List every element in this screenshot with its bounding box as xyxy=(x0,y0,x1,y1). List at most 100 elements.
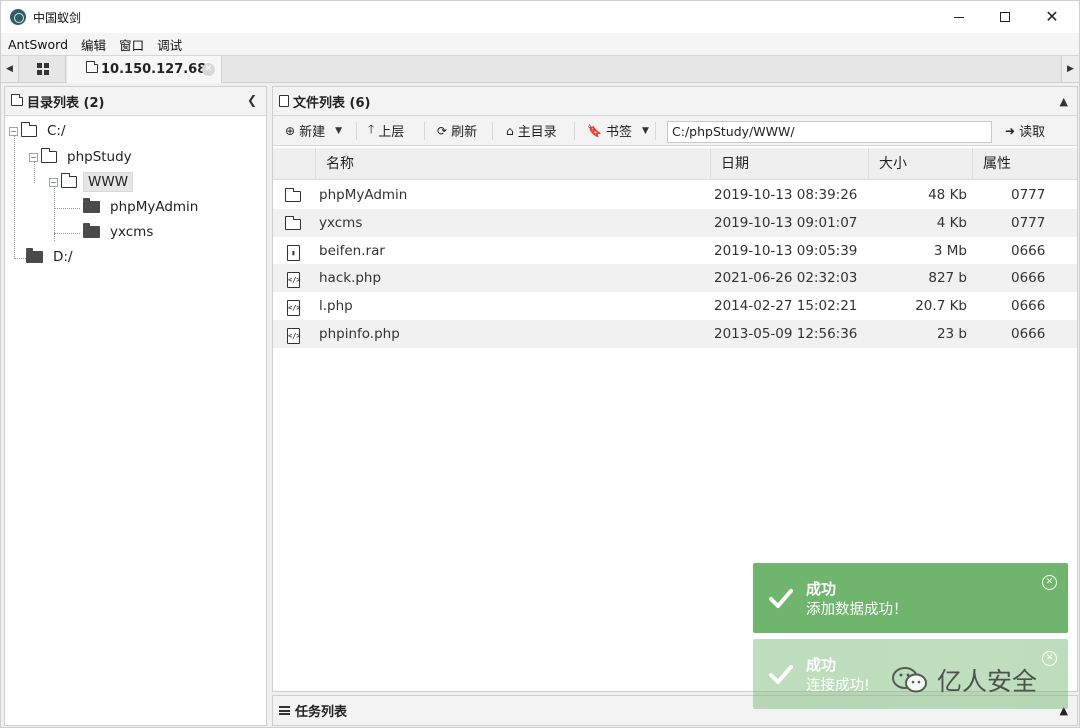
chevron-down-icon: ▼ xyxy=(335,125,342,136)
code-file-icon: </> xyxy=(285,326,301,344)
watermark: 亿人安全 xyxy=(891,662,1037,698)
tree-node-label-selected: WWW xyxy=(83,172,134,192)
file-toolbar: ⊕ 新建 ▼ 🡑 上层 ⟳ 刷新 ⌂ 主目录 🔖 书签 ▼ C:/phpStud… xyxy=(273,116,1077,146)
antsword-logo-icon xyxy=(10,9,26,25)
directory-panel: 目录列表 (2) ❮ − C:/ − phpStudy − WWW phpMyA… xyxy=(4,86,267,726)
tab-close-icon[interactable]: ✕ xyxy=(202,63,215,76)
toast-close-icon[interactable]: ✕ xyxy=(1042,575,1057,590)
tree-guide-line xyxy=(14,258,26,259)
menu-bar: AntSword 编辑 窗口 调试 xyxy=(1,33,1079,55)
refresh-button-label: 刷新 xyxy=(451,125,478,140)
column-header-date[interactable]: 日期 xyxy=(710,148,868,180)
menu-edit[interactable]: 编辑 xyxy=(81,35,106,54)
bookmark-button[interactable]: 🔖 书签 ▼ xyxy=(587,116,649,145)
tab-scroll-left-button[interactable]: ◀ xyxy=(1,56,19,82)
table-row[interactable]: phpMyAdmin 2019-10-13 08:39:26 48 Kb 077… xyxy=(273,181,1077,209)
caret-left-icon: ◀ xyxy=(6,64,13,74)
new-button[interactable]: ⊕ 新建 ▼ xyxy=(285,116,342,145)
file-attr: 0666 xyxy=(1011,325,1046,342)
new-button-label: 新建 xyxy=(299,125,326,140)
tree-node-c-drive[interactable]: − C:/ xyxy=(9,120,70,142)
tree-node-phpmyadmin[interactable]: phpMyAdmin xyxy=(83,196,202,218)
tree-guide-line xyxy=(54,233,80,234)
file-name: phpMyAdmin xyxy=(319,187,408,203)
column-header-name[interactable]: 名称 xyxy=(315,148,710,180)
refresh-button[interactable]: ⟳ 刷新 xyxy=(437,116,477,145)
success-toast: 成功 添加数据成功！ ✕ xyxy=(753,563,1068,633)
parent-dir-button[interactable]: 🡑 上层 xyxy=(368,116,404,145)
toast-close-icon[interactable]: ✕ xyxy=(1042,651,1057,666)
table-row[interactable]: </> phpinfo.php 2013-05-09 12:56:36 23 b… xyxy=(273,319,1077,348)
file-size: 827 b xyxy=(928,270,967,287)
table-row[interactable]: yxcms 2019-10-13 09:01:07 4 Kb 0777 xyxy=(273,208,1077,237)
file-name: yxcms xyxy=(319,214,363,231)
tab-home[interactable] xyxy=(20,56,66,82)
path-input[interactable]: C:/phpStudy/WWW/ xyxy=(667,121,992,143)
tree-node-label: D:/ xyxy=(53,249,73,265)
directory-panel-header: 目录列表 (2) ❮ xyxy=(5,87,266,116)
tree-node-www[interactable]: − WWW xyxy=(49,171,134,193)
code-file-icon: </> xyxy=(285,270,301,289)
collapse-panel-icon[interactable]: ❮ xyxy=(247,93,257,107)
collapse-toggle-icon[interactable]: − xyxy=(49,177,58,187)
close-window-button[interactable]: ✕ xyxy=(1029,1,1075,33)
tree-node-label: phpMyAdmin xyxy=(110,199,199,215)
app-window: 中国蚁剑 ✕ AntSword 编辑 窗口 调试 ◀ 10.150.127.68… xyxy=(0,0,1080,728)
menu-debug[interactable]: 调试 xyxy=(157,35,182,54)
table-row[interactable]: ▮ beifen.rar 2019-10-13 09:05:39 3 Mb 06… xyxy=(273,237,1077,265)
file-attr: 0777 xyxy=(1011,214,1046,231)
tree-guide-line xyxy=(54,208,80,209)
title-bar: 中国蚁剑 ✕ xyxy=(1,1,1079,33)
home-dir-button-label: 主目录 xyxy=(517,125,557,140)
column-header-attr[interactable]: 属性 xyxy=(972,148,1077,180)
file-size: 20.7 Kb xyxy=(915,298,967,315)
collapse-panel-icon[interactable]: ▲ xyxy=(1060,95,1068,108)
collapse-toggle-icon[interactable]: − xyxy=(29,152,38,162)
toolbar-divider xyxy=(424,122,425,140)
tree-node-d-drive[interactable]: D:/ xyxy=(26,246,77,268)
toolbar-divider xyxy=(492,122,493,140)
folder-open-icon xyxy=(60,173,77,188)
file-attr: 0777 xyxy=(1011,187,1046,203)
file-date: 2021-06-26 02:32:03 xyxy=(714,270,858,287)
bookmark-icon: 🔖 xyxy=(587,123,602,138)
file-table-header: 名称 日期 大小 属性 xyxy=(273,148,1077,180)
parent-dir-button-label: 上层 xyxy=(378,125,405,140)
folder-icon xyxy=(284,215,301,231)
watermark-text: 亿人安全 xyxy=(937,667,1038,696)
home-dir-button[interactable]: ⌂ 主目录 xyxy=(506,116,557,145)
collapse-toggle-icon[interactable]: − xyxy=(9,126,18,136)
refresh-icon: ⟳ xyxy=(437,123,448,138)
folder-open-icon xyxy=(40,148,57,163)
folder-icon xyxy=(10,93,23,106)
bookmark-button-label: 书签 xyxy=(605,125,632,140)
minimize-button[interactable] xyxy=(936,1,982,33)
column-header-size[interactable]: 大小 xyxy=(868,148,972,180)
tab-bar: ◀ 10.150.127.68 ✕ ▶ xyxy=(1,55,1079,83)
maximize-button[interactable] xyxy=(982,1,1028,33)
toolbar-divider xyxy=(655,122,656,140)
menu-window[interactable]: 窗口 xyxy=(119,35,144,54)
menu-antsword[interactable]: AntSword xyxy=(8,37,68,52)
table-row[interactable]: </> l.php 2014-02-27 15:02:21 20.7 Kb 06… xyxy=(273,292,1077,320)
tab-session[interactable]: 10.150.127.68 ✕ xyxy=(67,56,222,83)
file-name: phpinfo.php xyxy=(319,325,400,342)
tab-scroll-right-button[interactable]: ▶ xyxy=(1061,56,1079,82)
file-panel-title: 文件列表 (6) xyxy=(293,95,371,111)
wechat-icon xyxy=(892,667,927,693)
directory-panel-title: 目录列表 (2) xyxy=(27,95,105,111)
tree-node-yxcms[interactable]: yxcms xyxy=(83,221,157,243)
checkmark-icon xyxy=(769,665,793,684)
tree-guide-line xyxy=(14,136,15,257)
toast-message: 连接成功! xyxy=(806,678,870,694)
read-path-button[interactable]: ➜ 读取 xyxy=(1005,116,1045,145)
file-attr: 0666 xyxy=(1011,242,1046,259)
file-date: 2019-10-13 08:39:26 xyxy=(714,187,858,203)
file-name: l.php xyxy=(319,298,353,315)
list-icon xyxy=(279,706,290,715)
table-row[interactable]: </> hack.php 2021-06-26 02:32:03 827 b 0… xyxy=(273,264,1077,293)
folder-closed-icon xyxy=(26,248,43,263)
folder-icon xyxy=(284,187,301,203)
tree-node-phpstudy[interactable]: − phpStudy xyxy=(29,146,136,168)
code-file-icon: </> xyxy=(285,298,301,317)
